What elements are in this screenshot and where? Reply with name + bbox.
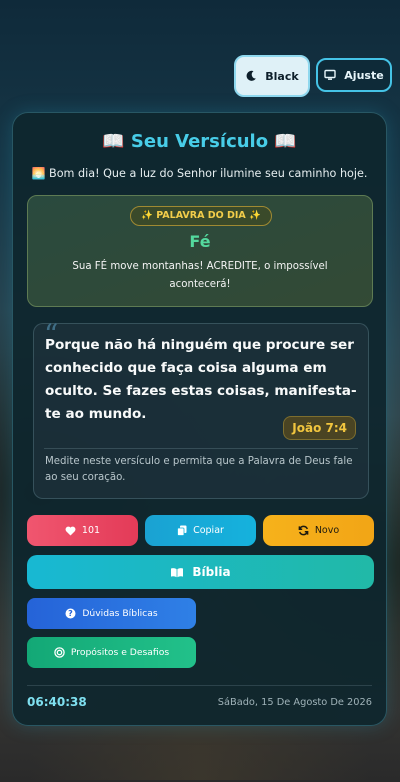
copy-icon — [177, 525, 187, 536]
settings-button[interactable]: Ajuste — [316, 58, 392, 92]
word-of-day-tag: ✨ PALAVRA DO DIA ✨ — [130, 206, 272, 226]
clock-time: 06:40:38 — [27, 695, 87, 709]
verse-text: Porque não há ninguém que procure ser co… — [45, 337, 357, 422]
challenges-button[interactable]: Propósitos e Desafios — [27, 637, 196, 668]
new-verse-label: Novo — [314, 525, 340, 536]
word-of-day-word: Fé — [189, 232, 211, 251]
refresh-icon — [298, 525, 309, 536]
copy-label: Copiar — [193, 525, 224, 536]
moon-icon — [245, 70, 257, 82]
word-of-day-box: ✨ PALAVRA DO DIA ✨ Fé Sua FÉ move montan… — [27, 195, 373, 307]
theme-toggle-label: Black — [265, 69, 299, 83]
new-verse-button[interactable]: Novo — [263, 515, 374, 546]
monitor-icon — [324, 69, 336, 81]
like-count: 101 — [81, 525, 101, 536]
verse-divider — [44, 448, 358, 449]
current-date: SáBado, 15 De Agosto De 2026 — [217, 697, 372, 708]
bible-questions-button[interactable]: ? Dúvidas Bíblicas — [27, 598, 196, 629]
target-icon — [54, 647, 65, 658]
svg-text:?: ? — [69, 609, 74, 618]
theme-toggle-button[interactable]: Black — [234, 55, 310, 97]
heart-icon — [65, 526, 76, 536]
bible-button[interactable]: Bíblia — [27, 555, 374, 589]
like-button[interactable]: 101 — [27, 515, 138, 546]
verse-card: 📖 Seu Versículo 📖 🌅 Bom dia! Que a luz d… — [12, 112, 387, 726]
question-icon: ? — [65, 608, 76, 619]
copy-button[interactable]: Copiar — [145, 515, 256, 546]
settings-label: Ajuste — [344, 68, 384, 82]
greeting-text: 🌅 Bom dia! Que a luz do Senhor ilumine s… — [31, 167, 368, 180]
open-book-icon — [170, 567, 184, 578]
card-title: 📖 Seu Versículo 📖 — [102, 131, 297, 152]
bible-label: Bíblia — [192, 565, 231, 579]
bible-questions-label: Dúvidas Bíblicas — [82, 608, 158, 619]
verse-reference-badge: João 7:4 — [283, 416, 356, 440]
meditation-text: Medite neste versículo e permita que a P… — [45, 456, 353, 483]
word-of-day-description: Sua FÉ move montanhas! ACREDITE, o impos… — [72, 261, 328, 290]
footer-divider — [27, 685, 372, 686]
verse-box: “ Porque não há ninguém que procure ser … — [33, 318, 369, 499]
challenges-label: Propósitos e Desafios — [70, 647, 170, 658]
